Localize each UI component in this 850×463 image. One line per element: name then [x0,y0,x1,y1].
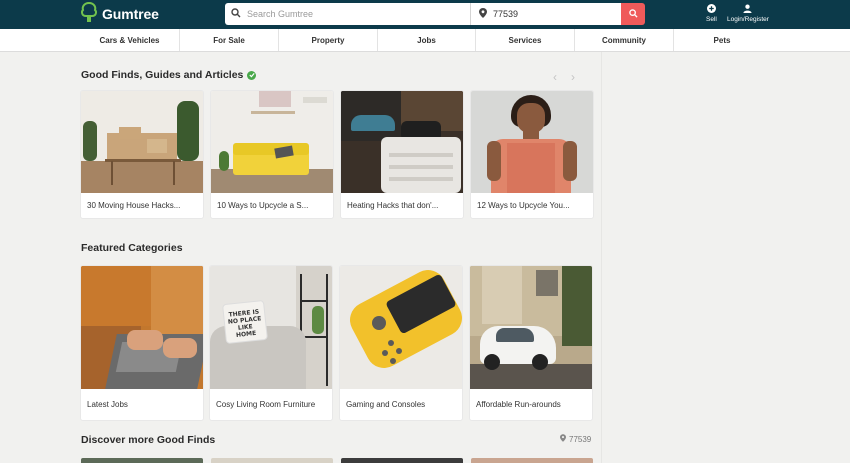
verified-check-icon [247,70,257,80]
category-image-living-room: THERE IS NO PLACE LIKE HOME [210,266,332,389]
search-field[interactable] [225,3,471,25]
location-field[interactable] [471,3,621,25]
featured-categories-heading: Featured Categories [81,242,183,254]
nav-jobs[interactable]: Jobs [378,29,476,51]
article-card[interactable]: 30 Moving House Hacks... [81,91,203,218]
carousel-prev-button[interactable]: ‹ [553,70,557,84]
article-label: 12 Ways to Upcycle You... [477,201,570,210]
category-nav: Cars & Vehicles For Sale Property Jobs S… [0,29,850,52]
location-pin-icon [479,5,487,23]
article-label: Heating Hacks that don'... [347,201,439,210]
article-image-yellow-sofa [211,91,333,193]
carousel-arrows: ‹ › [553,70,575,84]
search-icon [628,5,638,23]
nav-for-sale[interactable]: For Sale [180,29,279,51]
top-header: Gumtree Sell Login/Regist [0,0,850,29]
category-label: Cosy Living Room Furniture [216,400,316,409]
category-image-latest-jobs [81,266,203,389]
nav-services[interactable]: Services [476,29,575,51]
article-card[interactable]: Heating Hacks that don'... [341,91,463,218]
search-bar [225,3,645,25]
good-finds-heading: Good Finds, Guides and Articles [81,69,257,81]
category-image-gaming-console [340,266,462,389]
article-label: 10 Ways to Upcycle a S... [217,201,309,210]
article-label: 30 Moving House Hacks... [87,201,181,210]
category-label: Latest Jobs [87,400,128,409]
location-pin-icon [560,434,566,444]
gumtree-logo[interactable]: Gumtree [80,1,159,27]
article-card[interactable]: 12 Ways to Upcycle You... [471,91,593,218]
category-label: Affordable Run-arounds [476,400,561,409]
article-image-laundry-basket [341,91,463,193]
login-register-button[interactable]: Login/Register [727,4,769,23]
good-finds-title: Good Finds, Guides and Articles [81,69,244,81]
user-icon [743,4,753,15]
plus-circle-icon [706,4,716,15]
nav-cars-vehicles[interactable]: Cars & Vehicles [80,29,180,51]
search-icon [231,5,241,23]
discover-card-peek[interactable] [81,458,203,463]
sell-label: Sell [706,16,717,23]
discover-location-label: 77539 [569,434,592,444]
featured-title: Featured Categories [81,242,183,254]
article-card[interactable]: 10 Ways to Upcycle a S... [211,91,333,218]
nav-property[interactable]: Property [279,29,378,51]
discover-title: Discover more Good Finds [81,434,216,446]
discover-card-peek[interactable] [471,458,593,463]
category-label: Gaming and Consoles [346,400,426,409]
article-image-pink-top [471,91,593,193]
category-card[interactable]: Latest Jobs [81,266,203,420]
category-card[interactable]: THERE IS NO PLACE LIKE HOME Cosy Living … [210,266,332,420]
location-input[interactable] [493,9,613,19]
carousel-next-button[interactable]: › [571,70,575,84]
search-button[interactable] [621,3,645,25]
category-image-white-car [470,266,592,389]
article-image-moving-boxes [81,91,203,193]
login-label: Login/Register [727,16,769,23]
category-card[interactable]: Gaming and Consoles [340,266,462,420]
discover-location[interactable]: 77539 [560,434,591,444]
discover-card-peek[interactable] [211,458,333,463]
nav-community[interactable]: Community [575,29,674,51]
logo-text: Gumtree [102,6,159,22]
tree-icon [80,1,98,27]
nav-pets[interactable]: Pets [674,29,770,51]
sell-button[interactable]: Sell [706,4,717,23]
discover-heading: Discover more Good Finds [81,434,215,446]
discover-card-peek[interactable] [341,458,463,463]
category-card[interactable]: Affordable Run-arounds [470,266,592,420]
search-input[interactable] [247,9,447,19]
